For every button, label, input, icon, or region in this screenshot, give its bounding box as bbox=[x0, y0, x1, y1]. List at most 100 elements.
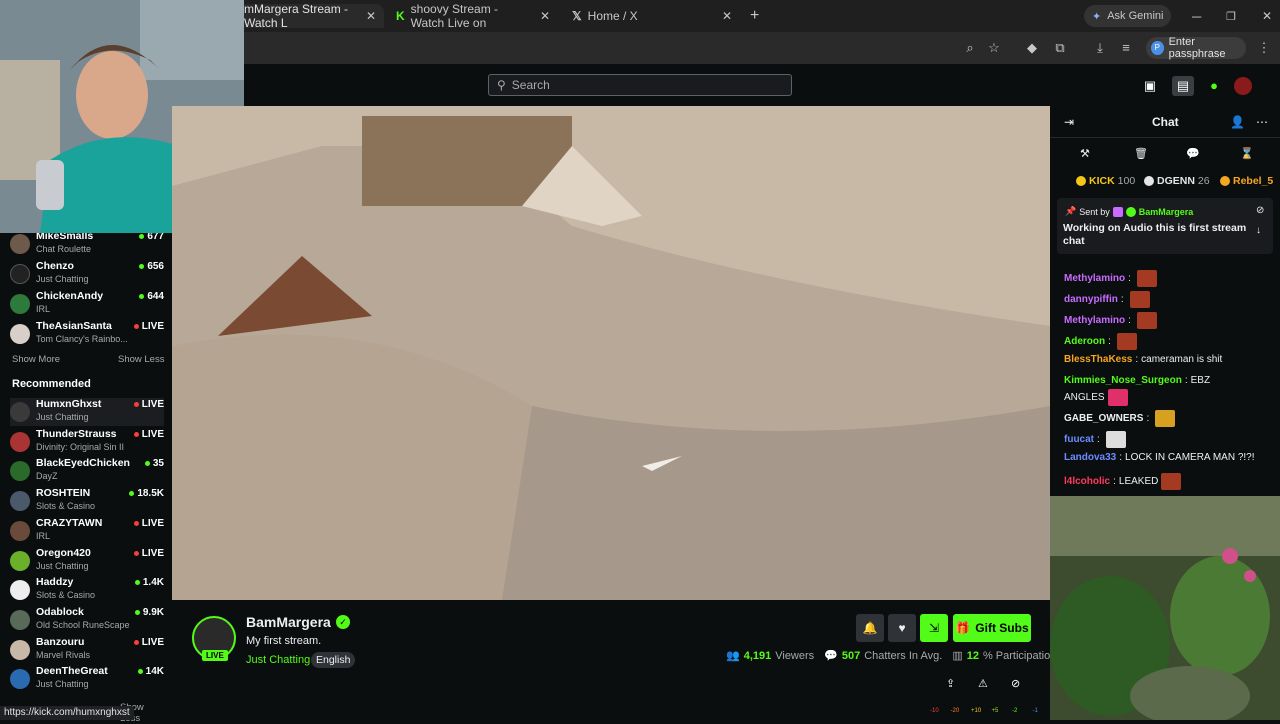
sidebar-item-recommended[interactable]: Oregon420 Just Chatting LIVE bbox=[10, 547, 164, 575]
chat-username[interactable]: Methylamino bbox=[1064, 315, 1125, 326]
tab-bammargera[interactable]: mMargera Stream - Watch L ✕ bbox=[236, 2, 384, 30]
chat-username[interactable]: dannypiffin bbox=[1064, 294, 1118, 305]
show-more-link[interactable]: Show More bbox=[12, 354, 72, 365]
sidebar-item-chickenandy[interactable]: ChickenAndy IRL 644 bbox=[10, 290, 164, 318]
chat-username[interactable]: Aderoon bbox=[1064, 336, 1105, 347]
follow-heart-button[interactable]: ♥ bbox=[888, 614, 916, 642]
avatar bbox=[10, 550, 30, 571]
meter-label: -10 bbox=[930, 708, 939, 714]
tab-shoovy[interactable]: K shoovy Stream - Watch Live on ✕ bbox=[388, 2, 558, 30]
avatar bbox=[10, 461, 30, 482]
garden-cam-image bbox=[1050, 496, 1280, 720]
sidebar-item-recommended[interactable]: HumxnGhxst Just Chatting LIVE bbox=[10, 398, 164, 426]
chat-username[interactable]: Kimmies_Nose_Surgeon bbox=[1064, 375, 1182, 386]
search-input[interactable]: ⚲ Search bbox=[488, 74, 792, 96]
close-icon[interactable]: ✕ bbox=[540, 9, 550, 23]
window-close-icon[interactable]: ✕ bbox=[1254, 4, 1280, 28]
sidebar-item-chenzo[interactable]: Chenzo Just Chatting 656 bbox=[10, 260, 164, 288]
user-avatar[interactable] bbox=[1234, 77, 1252, 95]
search-icon: ⚲ bbox=[497, 78, 506, 92]
sidebar-item-theasiansanta[interactable]: TheAsianSanta Tom Clancy's Rainbo... LIV… bbox=[10, 320, 164, 348]
new-tab-button[interactable]: + bbox=[742, 4, 767, 28]
garden-cam-overlay bbox=[1050, 496, 1280, 720]
pinned-text: Working on Audio this is first stream ch… bbox=[1063, 222, 1247, 247]
sidebar-item-recommended[interactable]: CRAZYTAWN IRL LIVE bbox=[10, 517, 164, 545]
hide-icon[interactable]: ⊘ bbox=[1011, 677, 1020, 690]
trash-icon[interactable]: 🗑 bbox=[1134, 147, 1148, 160]
sidebar-item-recommended[interactable]: DeenTheGreat Just Chatting 14K bbox=[10, 665, 164, 693]
close-icon[interactable]: ✕ bbox=[366, 9, 376, 23]
passphrase-button[interactable]: P Enter passphrase bbox=[1146, 36, 1246, 60]
download-icon[interactable]: ⤓ bbox=[1092, 40, 1108, 56]
ask-gemini-button[interactable]: ✦ Ask Gemini bbox=[1084, 5, 1172, 27]
gift-subs-button[interactable]: 🎁 Gift Subs bbox=[953, 614, 1031, 642]
channel-name[interactable]: BamMargera bbox=[246, 614, 331, 630]
close-icon[interactable]: ✕ bbox=[722, 9, 732, 23]
chat-text: ANGLES bbox=[1064, 392, 1105, 403]
maximize-icon[interactable]: ❐ bbox=[1218, 4, 1244, 28]
channel-category: Chat Roulette bbox=[36, 244, 92, 254]
hourglass-icon[interactable]: ⌛ bbox=[1240, 147, 1254, 160]
sidebar-item-recommended[interactable]: BlackEyedChicken DayZ 35 bbox=[10, 457, 164, 485]
theater-mode-icon[interactable]: ▣ bbox=[1142, 78, 1158, 94]
collapse-chat-icon[interactable]: ⇥ bbox=[1064, 115, 1074, 129]
kick-action-button[interactable]: ⇲ bbox=[920, 614, 948, 642]
share-icon[interactable]: ⇪ bbox=[946, 677, 955, 690]
channel-category: Tom Clancy's Rainbo... bbox=[36, 334, 128, 344]
gemini-icon: ✦ bbox=[1092, 10, 1102, 23]
chat-username[interactable]: Methylamino bbox=[1064, 273, 1125, 284]
users-icon[interactable]: 👤 bbox=[1230, 115, 1245, 129]
show-less-link[interactable]: Show Less bbox=[118, 354, 168, 365]
emote-icon bbox=[1136, 312, 1157, 329]
sidebar-item-recommended[interactable]: Banzouru Marvel Rivals LIVE bbox=[10, 636, 164, 664]
chat-username[interactable]: GABE_OWNERS bbox=[1064, 413, 1143, 424]
chat-mod-tools: ⚒ 🗑 💬 ⌛ bbox=[1050, 142, 1280, 166]
chat-message: Aderoon: bbox=[1064, 333, 1137, 350]
chat-username[interactable]: Landova33 bbox=[1064, 452, 1116, 463]
gift-subs-label: Gift Subs bbox=[975, 621, 1029, 635]
hammer-icon[interactable]: ⚒ bbox=[1080, 147, 1090, 160]
channel-category: Just Chatting bbox=[36, 679, 89, 690]
sidebar-item-recommended[interactable]: Haddzy Slots & Casino 1.4K bbox=[10, 576, 164, 604]
channel-category: Slots & Casino bbox=[36, 590, 96, 601]
viewer-count: 35 bbox=[144, 458, 164, 469]
expand-icon[interactable]: ↓ bbox=[1256, 225, 1261, 236]
pin-icon: 📌 bbox=[1065, 206, 1077, 216]
viewer-count: LIVE bbox=[133, 548, 164, 559]
tab-title: mMargera Stream - Watch L bbox=[244, 2, 349, 30]
menu-dots-icon[interactable]: ⋮ bbox=[1256, 40, 1272, 56]
layout-icon[interactable]: ▤ bbox=[1172, 76, 1194, 96]
avatar bbox=[10, 431, 30, 452]
chat-username[interactable]: BlessThaKess bbox=[1064, 354, 1132, 365]
sidebar-item-recommended[interactable]: ROSHTEIN Slots & Casino 18.5K bbox=[10, 487, 164, 515]
sidebar-item-recommended[interactable]: ThunderStrauss Divinity: Original Sin II L… bbox=[10, 428, 164, 456]
sidebar-item-recommended[interactable]: Odablock Old School RuneScape 9.9K bbox=[10, 606, 164, 634]
sidebar-item-mikesmalls[interactable]: MikeSmalls Chat Roulette 677 bbox=[10, 230, 164, 258]
viewer-count: 656 bbox=[139, 261, 164, 272]
leaderboard-entry[interactable]: Rebel_5 bbox=[1220, 175, 1273, 187]
tab-x-home[interactable]: 𝕏 Home / X ✕ bbox=[564, 4, 740, 28]
language-tag[interactable]: English bbox=[311, 652, 356, 668]
chat-username[interactable]: l4lcoholic bbox=[1064, 476, 1110, 487]
notification-bell-button[interactable]: 🔔 bbox=[856, 614, 884, 642]
chat-username[interactable]: fuucat bbox=[1064, 434, 1094, 445]
media-icon[interactable]: ≡ bbox=[1118, 40, 1134, 56]
extension-icon[interactable]: ◆ bbox=[1024, 40, 1040, 56]
alert-icon[interactable]: ⚠ bbox=[978, 677, 988, 690]
leaderboard-entry[interactable]: KICK 100 bbox=[1076, 175, 1135, 187]
zoom-icon[interactable]: ⌕ bbox=[962, 40, 978, 56]
more-icon[interactable]: ⋯ bbox=[1256, 115, 1268, 129]
category-link[interactable]: Just Chatting bbox=[246, 654, 310, 666]
puzzle-icon[interactable]: ⧉ bbox=[1052, 40, 1068, 56]
avatar bbox=[10, 294, 30, 314]
minimize-icon[interactable]: ─ bbox=[1184, 4, 1209, 28]
video-player[interactable] bbox=[172, 106, 1050, 600]
chat-text: LOCK IN CAMERA MAN ?!?! bbox=[1125, 452, 1255, 463]
kick-coin-icon[interactable]: ● bbox=[1206, 78, 1222, 94]
hide-icon[interactable]: ⊘ bbox=[1256, 205, 1264, 216]
meter-label: -20 bbox=[950, 708, 960, 714]
chat-bubble-icon[interactable]: 💬 bbox=[1186, 147, 1200, 160]
avatar bbox=[10, 264, 30, 284]
bookmark-star-icon[interactable]: ☆ bbox=[986, 40, 1002, 56]
leaderboard-entry[interactable]: DGENN 26 bbox=[1144, 175, 1210, 187]
